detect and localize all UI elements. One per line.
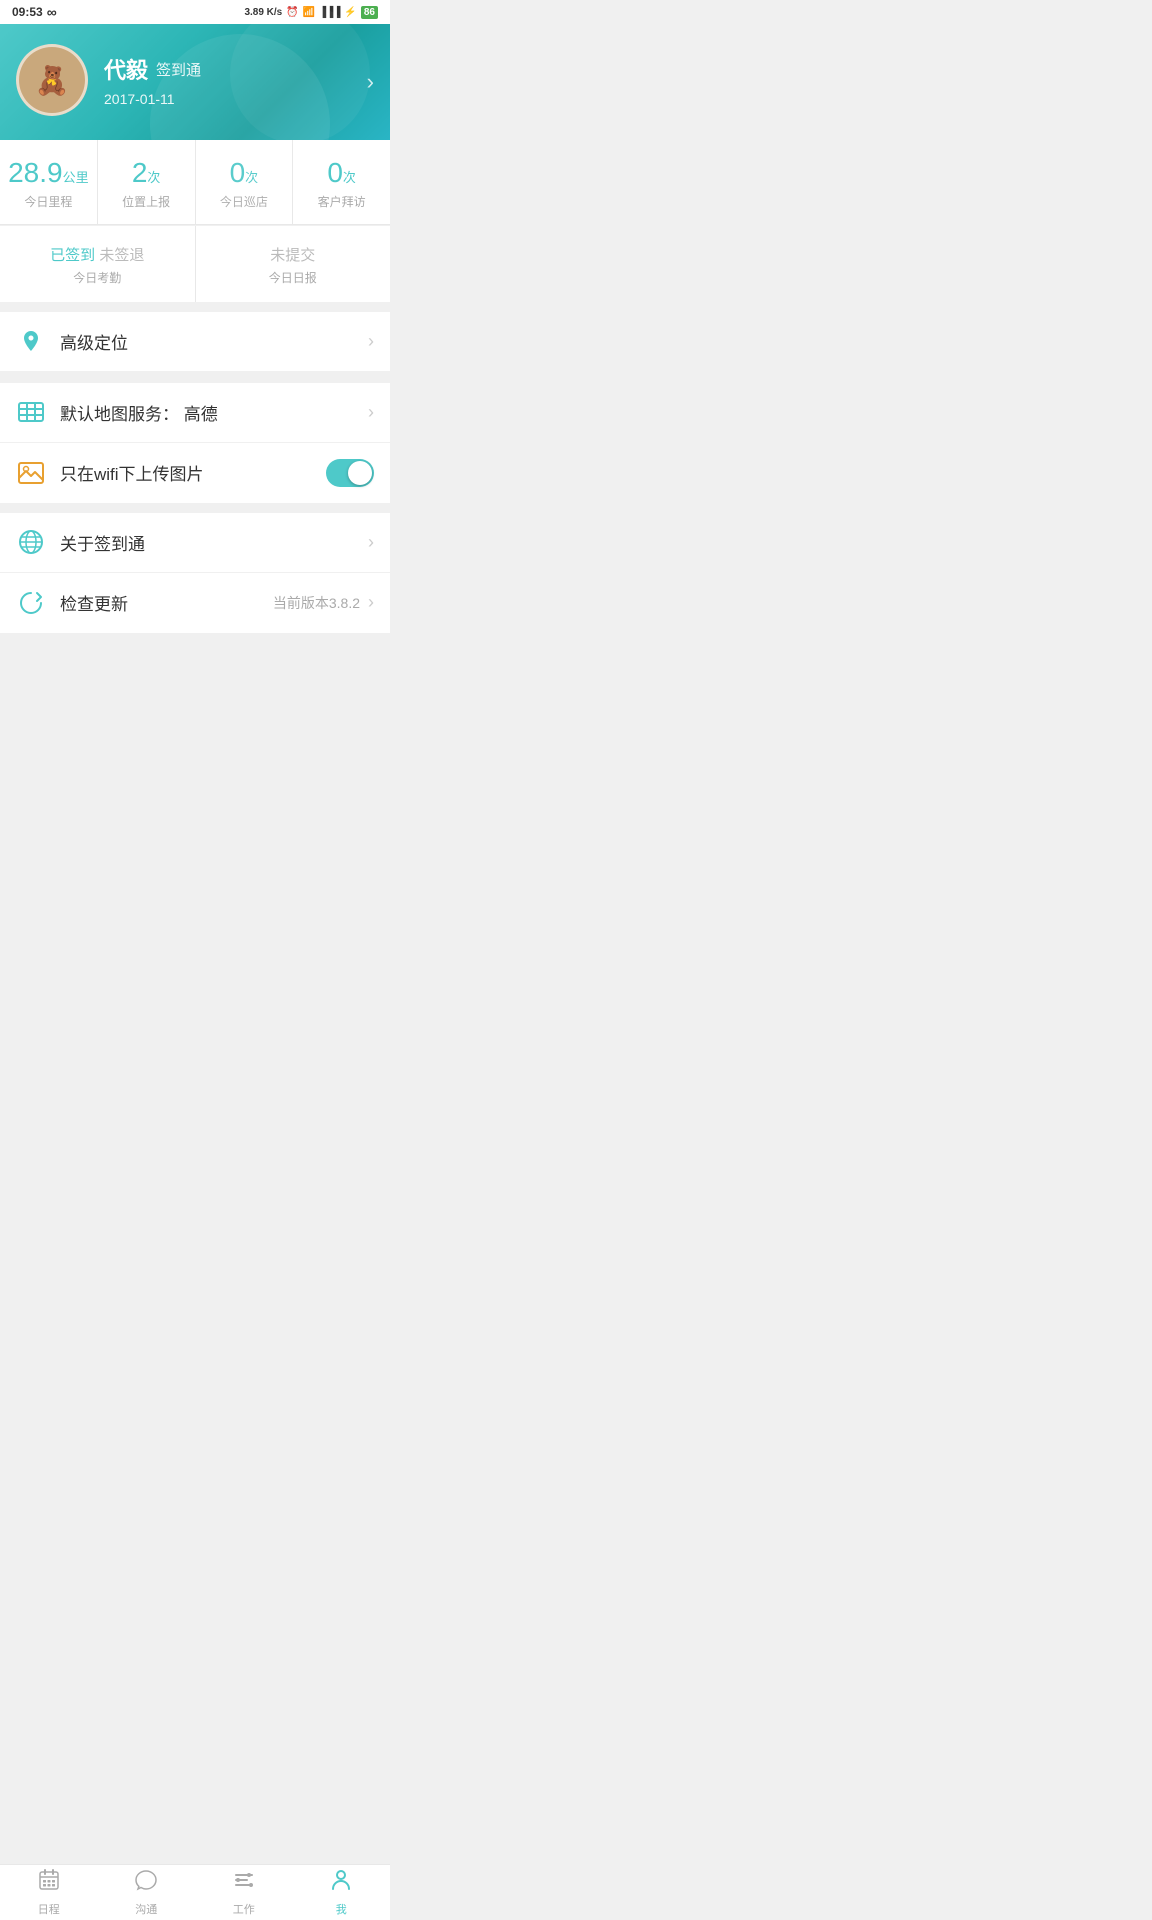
update-chevron-icon: ›	[368, 592, 374, 613]
globe-icon	[16, 527, 46, 557]
stat-report-value: 2	[132, 157, 148, 188]
nav-me-label: 我	[336, 1901, 347, 1917]
stat-distance-value: 28.9	[8, 157, 63, 188]
stat-report-unit: 次	[147, 170, 160, 185]
work-icon	[232, 1868, 256, 1898]
location-label: 高级定位	[60, 329, 368, 354]
wifi-upload-label: 只在wifi下上传图片	[60, 460, 326, 485]
infinity-icon: ∞	[47, 4, 57, 20]
report-status: 未提交	[204, 244, 383, 265]
nav-chat-label: 沟通	[135, 1901, 157, 1917]
avatar-image: 🧸	[19, 47, 85, 113]
nav-item-chat[interactable]: 沟通	[98, 1865, 196, 1920]
stat-distance: 28.9公里 今日里程	[0, 140, 98, 224]
update-label: 检查更新	[60, 590, 273, 615]
about-chevron-icon: ›	[368, 532, 374, 553]
wifi-upload-toggle[interactable]	[326, 459, 374, 487]
update-icon	[16, 588, 46, 618]
header-banner[interactable]: 🧸 代毅 签到通 2017-01-11 ›	[0, 24, 390, 140]
location-chevron-icon: ›	[368, 331, 374, 352]
header-name: 代毅 签到通	[104, 53, 374, 85]
stat-distance-unit: 公里	[63, 170, 89, 185]
chat-icon	[134, 1868, 158, 1898]
section-divider-2	[0, 373, 390, 383]
location-icon	[16, 326, 46, 356]
nav-item-work[interactable]: 工作	[195, 1865, 293, 1920]
report-label: 今日日报	[204, 269, 383, 286]
menu-section-2: 关于签到通 › 检查更新 当前版本3.8.2 ›	[0, 513, 390, 633]
section-divider-3	[0, 503, 390, 513]
header-date: 2017-01-11	[104, 91, 374, 107]
status-time: 09:53	[12, 5, 43, 19]
not-signed-out-text: 未签退	[99, 247, 144, 264]
update-version: 当前版本3.8.2	[273, 593, 360, 613]
attendance-checkin: 已签到 未签退 今日考勤	[0, 226, 196, 302]
image-icon	[16, 458, 46, 488]
menu-item-location[interactable]: 高级定位 ›	[0, 312, 390, 372]
header-info: 代毅 签到通 2017-01-11	[104, 53, 374, 107]
nav-schedule-label: 日程	[38, 1901, 60, 1917]
battery-level: 86	[361, 6, 378, 19]
bottom-nav: 日程 沟通 工作 我	[0, 1864, 390, 1920]
section-divider-1	[0, 302, 390, 312]
status-left: 09:53 ∞	[12, 4, 57, 20]
map-icon	[16, 397, 46, 427]
stat-visit-label: 客户拜访	[301, 193, 382, 210]
nav-item-me[interactable]: 我	[293, 1865, 391, 1920]
stat-report-label: 位置上报	[106, 193, 187, 210]
attendance-status-row: 已签到 未签退	[8, 244, 187, 265]
app-name: 签到通	[156, 59, 201, 80]
map-chevron-icon: ›	[368, 402, 374, 423]
menu-section-1: 高级定位 › 默认地图服务： 高德 ›	[0, 312, 390, 503]
stat-distance-label: 今日里程	[8, 193, 89, 210]
menu-item-update[interactable]: 检查更新 当前版本3.8.2 ›	[0, 573, 390, 633]
map-label: 默认地图服务： 高德	[60, 400, 368, 425]
user-name: 代毅	[104, 53, 148, 85]
menu-item-wifi-upload[interactable]: 只在wifi下上传图片	[0, 443, 390, 503]
attendance-label: 今日考勤	[8, 269, 187, 286]
stat-visit-value: 0	[327, 157, 343, 188]
stat-visit-unit: 次	[343, 170, 356, 185]
nav-work-label: 工作	[233, 1901, 255, 1917]
nav-item-schedule[interactable]: 日程	[0, 1865, 98, 1920]
header-chevron-icon[interactable]: ›	[367, 69, 374, 95]
menu-item-about[interactable]: 关于签到通 ›	[0, 513, 390, 573]
person-icon	[329, 1868, 353, 1898]
attendance-section: 已签到 未签退 今日考勤 未提交 今日日报	[0, 226, 390, 302]
attendance-report: 未提交 今日日报	[196, 226, 391, 302]
toggle-knob	[348, 461, 372, 485]
about-label: 关于签到通	[60, 530, 368, 555]
calendar-icon	[37, 1868, 61, 1898]
charging-icon: ⚡	[344, 7, 356, 18]
menu-item-map[interactable]: 默认地图服务： 高德 ›	[0, 383, 390, 443]
signed-status: 已签到	[50, 247, 95, 264]
avatar: 🧸	[16, 44, 88, 116]
